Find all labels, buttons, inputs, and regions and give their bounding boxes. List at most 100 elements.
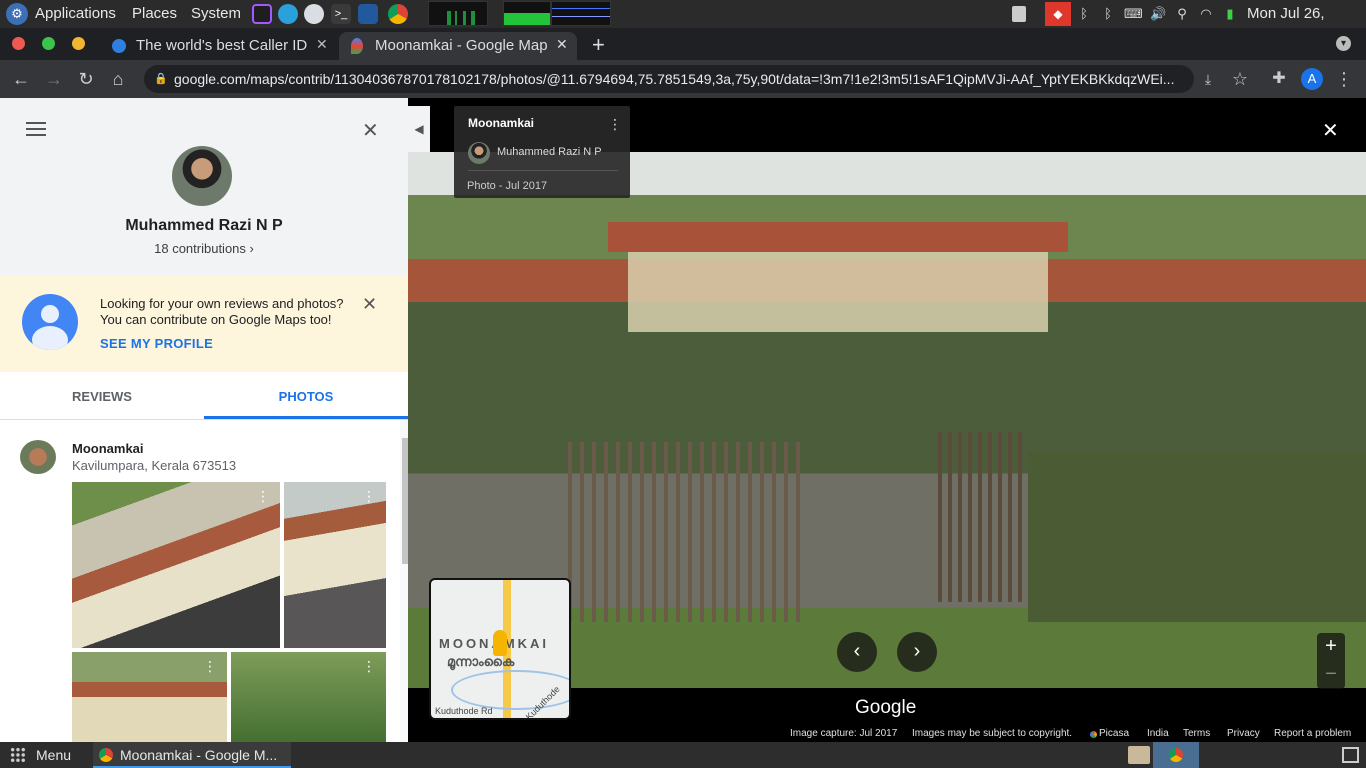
new-tab-button[interactable]: + bbox=[592, 32, 605, 58]
zoom-out-button[interactable]: − bbox=[1317, 661, 1345, 689]
contribute-banner: Looking for your own reviews and photos?… bbox=[0, 276, 408, 372]
info-author[interactable]: Muhammed Razi N P bbox=[497, 146, 602, 158]
report-problem-link[interactable]: Report a problem bbox=[1274, 728, 1351, 739]
generic-avatar-icon bbox=[22, 294, 78, 350]
contribution-tabs: REVIEWS PHOTOS bbox=[0, 372, 408, 420]
gate bbox=[568, 442, 808, 622]
network-graph bbox=[551, 1, 611, 26]
window-minimize-button[interactable] bbox=[72, 37, 85, 50]
picasa-logo-icon bbox=[1090, 731, 1097, 738]
chrome-launcher-icon[interactable] bbox=[1153, 742, 1199, 768]
previous-photo-button[interactable]: ‹ bbox=[837, 632, 877, 672]
photo-thumbnail[interactable]: ⋮ bbox=[72, 652, 227, 742]
photo-menu-icon[interactable]: ⋮ bbox=[256, 488, 270, 505]
tab-moonamkai[interactable]: Moonamkai - Google Map bbox=[339, 32, 577, 60]
hamburger-menu-icon[interactable] bbox=[26, 122, 46, 136]
photo-menu-icon[interactable]: ⋮ bbox=[362, 658, 376, 675]
location-icon[interactable]: ⚲ bbox=[1174, 6, 1190, 22]
clipboard-icon[interactable] bbox=[1012, 6, 1026, 22]
tab-title: The world's best Caller ID bbox=[136, 37, 308, 54]
see-my-profile-link[interactable]: SEE MY PROFILE bbox=[100, 336, 213, 351]
forward-button[interactable]: → bbox=[43, 68, 65, 90]
minimap[interactable]: MOONAMKAI മൂന്നാംകൈ Kuduthode Rd Kudutho… bbox=[429, 578, 571, 720]
house-wall bbox=[628, 242, 1048, 332]
next-photo-button[interactable]: › bbox=[897, 632, 937, 672]
install-app-icon[interactable]: ⤓ bbox=[1197, 68, 1219, 90]
address-bar[interactable]: 🔒 google.com/maps/contrib/11304036787017… bbox=[144, 65, 1194, 93]
collapse-panel-button[interactable]: ◀ bbox=[408, 106, 430, 152]
taskbar-menu-button[interactable]: Menu bbox=[36, 747, 71, 763]
files-launcher-icon[interactable] bbox=[1128, 746, 1150, 764]
picasa-label[interactable]: Picasa bbox=[1099, 728, 1129, 739]
volume-icon[interactable]: 🔊 bbox=[1150, 6, 1166, 22]
india-link[interactable]: India bbox=[1147, 728, 1169, 739]
contributions-link[interactable]: 18 contributions › bbox=[0, 241, 408, 256]
terminal-icon[interactable]: >_ bbox=[331, 4, 351, 24]
profile-card: ✕ Muhammed Razi N P 18 contributions › bbox=[0, 98, 408, 276]
window-close-button[interactable] bbox=[12, 37, 25, 50]
taskbar-window-button[interactable]: Moonamkai - Google M... bbox=[93, 742, 291, 768]
terms-link[interactable]: Terms bbox=[1183, 728, 1210, 739]
photo-thumbnail[interactable]: ⋮ bbox=[231, 652, 386, 742]
chrome-icon[interactable] bbox=[388, 4, 408, 24]
photo-viewer: ◀ Moonamkai ⋮ Muhammed Razi N P Photo - … bbox=[408, 98, 1366, 742]
zoom-in-button[interactable]: + bbox=[1317, 633, 1345, 661]
places-menu[interactable]: Places bbox=[132, 0, 177, 28]
grid-menu-icon[interactable] bbox=[10, 747, 26, 763]
reload-button[interactable]: ↻ bbox=[75, 68, 97, 90]
bluetooth-icon[interactable]: ᛒ bbox=[1076, 6, 1092, 22]
back-button[interactable]: ← bbox=[10, 68, 32, 90]
url-text: google.com/maps/contrib/1130403678701781… bbox=[174, 71, 1175, 87]
system-menu[interactable]: System bbox=[191, 0, 241, 28]
home-button[interactable]: ⌂ bbox=[107, 68, 129, 90]
close-viewer-icon[interactable]: ✕ bbox=[1322, 118, 1339, 143]
tab-reviews[interactable]: REVIEWS bbox=[0, 389, 204, 404]
contributions-count: 18 contributions bbox=[154, 241, 246, 256]
keyboard-icon[interactable]: ⌨ bbox=[1124, 6, 1143, 22]
contributor-panel: ✕ Muhammed Razi N P 18 contributions › L… bbox=[0, 98, 408, 742]
tab-caller-id[interactable]: The world's best Caller ID bbox=[100, 32, 338, 60]
cloud-app-icon[interactable] bbox=[304, 4, 324, 24]
pegman-icon[interactable] bbox=[493, 630, 507, 656]
place-address: Kavilumpara, Kerala 673513 bbox=[72, 458, 237, 473]
workspace-switcher-icon[interactable] bbox=[1342, 747, 1359, 763]
tab-title: Moonamkai - Google Map bbox=[375, 37, 548, 54]
info-menu-icon[interactable]: ⋮ bbox=[608, 116, 622, 133]
extensions-icon[interactable]: ✚ bbox=[1268, 68, 1290, 90]
privacy-link[interactable]: Privacy bbox=[1227, 728, 1260, 739]
place-name[interactable]: Moonamkai bbox=[72, 441, 144, 456]
applications-menu[interactable]: Applications bbox=[35, 0, 116, 28]
author-avatar[interactable] bbox=[468, 142, 490, 164]
photo-thumbnail[interactable]: ⋮ bbox=[72, 482, 280, 648]
viewer-footer: Image capture: Jul 2017 Images may be su… bbox=[408, 728, 1366, 742]
window-maximize-button[interactable] bbox=[42, 37, 55, 50]
photo-menu-icon[interactable]: ⋮ bbox=[362, 488, 376, 505]
figma-icon[interactable] bbox=[252, 4, 272, 24]
clock[interactable]: Mon Jul 26, 22:38 bbox=[1247, 0, 1366, 50]
mossy-wall bbox=[1028, 452, 1366, 622]
photo-thumbnail[interactable]: ⋮ bbox=[284, 482, 386, 648]
place-thumbnail[interactable] bbox=[20, 440, 56, 474]
close-tab-icon[interactable]: ✕ bbox=[556, 36, 568, 53]
anydesk-icon[interactable]: ◆ bbox=[1045, 2, 1071, 26]
battery-icon[interactable]: ▮ bbox=[1222, 6, 1238, 22]
close-tab-icon[interactable]: ✕ bbox=[316, 36, 328, 53]
tab-photos[interactable]: PHOTOS bbox=[204, 389, 408, 404]
browser-menu-icon[interactable]: ⋮ bbox=[1333, 68, 1355, 90]
contributor-avatar[interactable] bbox=[172, 146, 232, 206]
photo-menu-icon[interactable]: ⋮ bbox=[203, 658, 217, 675]
telegram-icon[interactable] bbox=[278, 4, 298, 24]
info-title[interactable]: Moonamkai bbox=[468, 116, 534, 130]
google-logo: Google bbox=[855, 697, 917, 718]
close-panel-icon[interactable]: ✕ bbox=[362, 118, 379, 143]
contributor-name[interactable]: Muhammed Razi N P bbox=[0, 217, 408, 235]
profile-avatar[interactable]: A bbox=[1301, 68, 1323, 90]
dismiss-banner-icon[interactable]: ✕ bbox=[362, 294, 377, 315]
tab-search-icon[interactable]: ▾ bbox=[1336, 36, 1351, 51]
bluetooth-alt-icon[interactable]: ᛒ bbox=[1100, 6, 1116, 22]
vscode-icon[interactable] bbox=[358, 4, 378, 24]
memory-graph bbox=[503, 1, 551, 26]
bookmark-star-icon[interactable]: ☆ bbox=[1229, 68, 1251, 90]
distro-logo-icon[interactable]: ⚙ bbox=[6, 3, 28, 25]
wifi-icon[interactable]: ◠ bbox=[1198, 6, 1214, 22]
